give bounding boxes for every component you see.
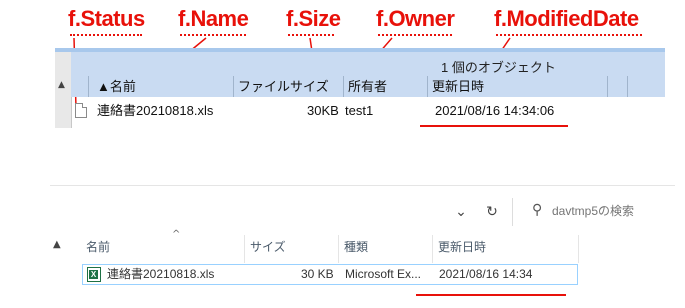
file-size-new: 30 KB (301, 267, 334, 281)
header-extra-1 (608, 76, 628, 97)
chevron-down-icon[interactable]: ⌄ (449, 200, 473, 224)
header-name[interactable]: ▲名前 (89, 76, 234, 97)
header-extra-2 (628, 76, 665, 97)
file-size: 30KB (307, 103, 339, 118)
header-divider (432, 235, 433, 263)
file-row[interactable]: 連絡書20210818.xls 30KB test1 2021/08/16 14… (71, 100, 665, 122)
excel-file-icon: X (87, 267, 101, 282)
refresh-icon[interactable]: ↻ (480, 200, 504, 224)
column-header-new: ^ 名前 サイズ 種類 更新日時 (66, 229, 675, 263)
vertical-scrollbar-new[interactable]: ▲ (50, 235, 66, 308)
file-type-new: Microsoft Ex... (345, 267, 422, 281)
header-divider (244, 235, 245, 263)
explorer-old: ▲ 1 個のオブジェクト ▲名前 ファイルサイズ 所有者 更新日時 連絡書202… (55, 48, 665, 128)
header-owner[interactable]: 所有者 (344, 76, 428, 97)
header-modified-new[interactable]: 更新日時 (438, 239, 486, 255)
header-spacer (71, 76, 89, 97)
toolbar-separator (512, 198, 513, 226)
header-name-new[interactable]: 名前 (86, 239, 110, 255)
header-size-new[interactable]: サイズ (250, 239, 286, 255)
scroll-up-icon[interactable]: ▲ (58, 80, 65, 90)
header-type-new[interactable]: 種類 (344, 239, 368, 255)
modified-date-highlight-old (420, 125, 568, 127)
search-box[interactable]: ⚲ (522, 198, 675, 226)
file-modified-new: 2021/08/16 14:34 (439, 267, 533, 281)
search-input[interactable] (552, 201, 672, 221)
file-modified: 2021/08/16 14:34:06 (435, 103, 555, 118)
explorer-new: ⌄ ↻ ⚲ ▲ ^ 名前 サイズ 種類 更新日時 X 連絡書20210818.x… (50, 185, 675, 308)
file-name: 連絡書20210818.xls (97, 103, 214, 118)
file-row-new[interactable]: X 連絡書20210818.xls 30 KB Microsoft Ex... … (82, 264, 578, 285)
address-toolbar: ⌄ ↻ ⚲ (50, 185, 675, 236)
status-bar: 1 個のオブジェクト (71, 52, 665, 77)
modified-date-highlight-new (416, 294, 566, 296)
sort-ascending-icon: ^ (172, 229, 181, 240)
file-name-new: 連絡書20210818.xls (107, 267, 215, 281)
header-divider (578, 235, 579, 263)
header-modified[interactable]: 更新日時 (428, 76, 608, 97)
header-size[interactable]: ファイルサイズ (234, 76, 344, 97)
scroll-up-icon-new[interactable]: ▲ (53, 239, 61, 250)
search-icon: ⚲ (532, 202, 543, 218)
header-divider (338, 235, 339, 263)
column-header: ▲名前 ファイルサイズ 所有者 更新日時 (71, 76, 665, 97)
object-count: 1 個のオブジェクト (441, 60, 556, 75)
vertical-scrollbar[interactable]: ▲ (55, 52, 72, 128)
file-owner: test1 (345, 103, 374, 118)
document-icon (75, 103, 87, 118)
